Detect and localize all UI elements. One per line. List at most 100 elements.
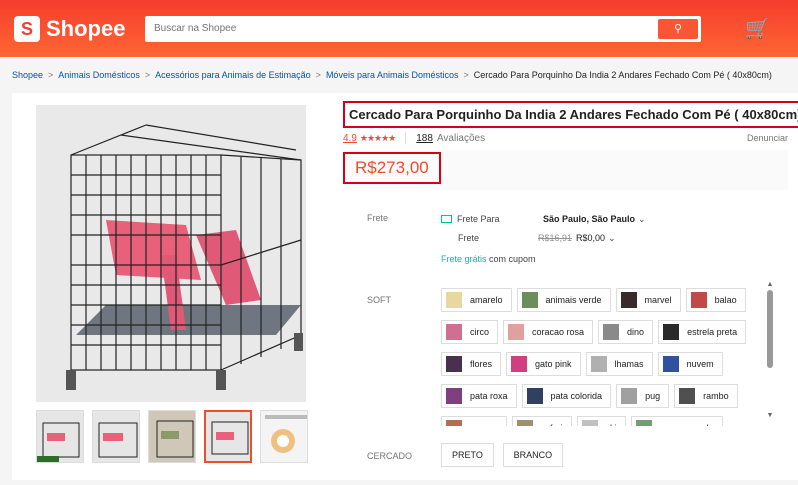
shipping-to-label: Frete Para <box>457 214 500 224</box>
header-bar: S Shopee ⚲ 🛒 <box>0 0 798 57</box>
pattern-swatch-icon <box>446 356 462 372</box>
search-input[interactable] <box>148 18 658 39</box>
soft-option-label: snoopy verde <box>660 423 714 426</box>
soft-option-label: gato pink <box>535 359 572 369</box>
reviews-label: Avaliações <box>436 132 486 144</box>
soft-option[interactable]: pata roxa <box>441 384 517 408</box>
soft-option[interactable]: nuvem <box>657 352 723 376</box>
soft-option[interactable]: balao <box>685 288 746 312</box>
soft-option[interactable]: raposa <box>441 416 507 426</box>
soft-option[interactable]: estrela preta <box>658 320 747 344</box>
thumbnail[interactable] <box>91 410 140 463</box>
pattern-swatch-icon <box>621 388 638 404</box>
shipping-label: Frete <box>367 213 389 223</box>
soft-option-label: dino <box>627 327 645 337</box>
breadcrumb: Shopee > Animais Domésticos > Acessórios p… <box>0 57 798 93</box>
soft-option-label: raposa <box>470 423 498 426</box>
shipping-info: Frete Para São Paulo, São Paulo ⌄ Frete … <box>441 213 646 264</box>
shipping-cost-label: Frete <box>458 233 480 243</box>
shipping-new-cost[interactable]: R$0,00 <box>576 233 605 243</box>
soft-option-label: amarelo <box>470 295 503 305</box>
soft-option-label: estrela preta <box>687 327 738 337</box>
soft-option[interactable]: gato pink <box>506 352 581 376</box>
breadcrumb-link[interactable]: Acessórios para Animais de Estimação <box>155 70 311 80</box>
soft-option[interactable]: safari <box>511 416 572 426</box>
soft-option-label: pata roxa <box>470 391 508 401</box>
soft-option[interactable]: coracao rosa <box>503 320 594 344</box>
soft-option-label: animais verde <box>545 295 602 305</box>
shopping-bag-icon: S <box>14 15 40 42</box>
product-panel: Cercado Para Porquinho Da India 2 Andare… <box>12 93 798 480</box>
soft-option-label: circo <box>470 327 490 337</box>
thumbnail[interactable] <box>260 410 308 463</box>
report-link[interactable]: Denunciar <box>747 133 788 143</box>
pattern-swatch-icon <box>526 388 543 404</box>
thumbnail-strip <box>36 410 308 463</box>
soft-option[interactable]: flores <box>441 352 502 376</box>
thumbnail[interactable] <box>36 410 84 463</box>
scroll-down-icon[interactable]: ▼ <box>766 412 774 419</box>
free-shipping-highlight: Frete grátis <box>441 254 487 264</box>
soft-option[interactable]: ski <box>576 416 626 426</box>
cercado-option-preto[interactable]: PRETO <box>441 443 494 467</box>
chevron-down-icon[interactable]: ⌄ <box>638 214 646 225</box>
soft-option[interactable]: pata colorida <box>521 384 612 408</box>
soft-option[interactable]: lhamas <box>585 352 653 376</box>
scrollbar-thumb[interactable] <box>767 290 773 368</box>
cercado-label: CERCADO <box>367 451 413 461</box>
cart-icon[interactable]: 🛒 <box>745 16 770 41</box>
soft-option[interactable]: animais verde <box>516 288 611 312</box>
soft-option[interactable]: snoopy verde <box>630 416 723 426</box>
free-shipping-suffix: com cupom <box>489 254 536 264</box>
soft-option[interactable]: dino <box>598 320 654 344</box>
breadcrumb-link[interactable]: Shopee <box>12 70 43 80</box>
options-area: Frete Frete Para São Paulo, São Paulo ⌄ … <box>343 205 788 485</box>
cercado-options: PRETO BRANCO <box>441 443 569 467</box>
soft-option-label: safari <box>541 423 563 426</box>
soft-option[interactable]: amarelo <box>441 288 512 312</box>
rating-row: 4.9 ★★★★★ 188 Avaliações Denunciar <box>343 132 788 144</box>
soft-option[interactable]: circo <box>441 320 499 344</box>
chevron-right-icon: > <box>463 70 469 80</box>
soft-option-label: lhamas <box>614 359 644 369</box>
soft-option-label: nuvem <box>686 359 714 369</box>
soft-label: SOFT <box>367 295 391 305</box>
thumbnail-selected[interactable] <box>203 410 253 463</box>
star-rating-icon: ★★★★★ <box>359 132 396 143</box>
pattern-swatch-icon <box>679 388 696 404</box>
shipping-destination[interactable]: São Paulo, São Paulo <box>543 214 635 224</box>
cercado-option-branco[interactable]: BRANCO <box>502 443 564 467</box>
title-highlight-box: Cercado Para Porquinho Da India 2 Andare… <box>343 101 798 128</box>
scroll-up-icon[interactable]: ▲ <box>766 281 774 288</box>
search-button[interactable]: ⚲ <box>658 18 698 39</box>
product-gallery <box>36 105 308 463</box>
pattern-swatch-icon <box>521 292 538 308</box>
thumbnail[interactable] <box>147 410 196 463</box>
soft-option-label: ski <box>606 423 617 426</box>
soft-option[interactable]: pug <box>616 384 670 408</box>
product-title: Cercado Para Porquinho Da India 2 Andare… <box>349 107 798 122</box>
pattern-swatch-icon <box>508 324 525 340</box>
pattern-swatch-icon <box>581 420 598 426</box>
pattern-swatch-icon <box>690 292 707 308</box>
price-highlight-box: R$273,00 <box>343 152 441 184</box>
product-info: Cercado Para Porquinho Da India 2 Andare… <box>343 101 798 190</box>
shipping-old-cost: R$16,91 <box>538 233 573 243</box>
breadcrumb-link[interactable]: Móveis para Animais Domésticos <box>326 70 459 80</box>
soft-option-label: flores <box>470 359 493 369</box>
divider <box>405 132 407 144</box>
search-icon: ⚲ <box>673 22 683 35</box>
shopee-logo[interactable]: S Shopee <box>14 15 145 42</box>
chevron-down-icon[interactable]: ⌄ <box>608 233 616 244</box>
pattern-swatch-icon <box>446 388 462 404</box>
pattern-swatch-icon <box>662 356 679 372</box>
soft-option[interactable]: marvel <box>615 288 681 312</box>
rating-value[interactable]: 4.9 <box>343 133 357 144</box>
reviews-count[interactable]: 188 <box>416 133 433 144</box>
product-main-image[interactable] <box>36 105 306 402</box>
pattern-swatch-icon <box>603 324 620 340</box>
breadcrumb-link[interactable]: Animais Domésticos <box>58 70 140 80</box>
soft-option-label: pug <box>645 391 661 401</box>
soft-option[interactable]: rambo <box>674 384 738 408</box>
options-scrollbar[interactable]: ▲ ▼ <box>766 281 774 421</box>
